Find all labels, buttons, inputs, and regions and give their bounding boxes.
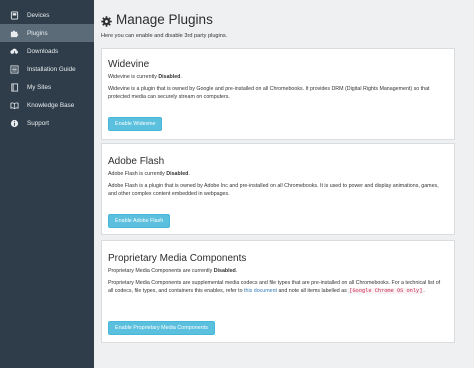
- sidebar-item-devices[interactable]: Devices: [0, 6, 94, 24]
- card-title: Widevine: [108, 59, 150, 70]
- enable-widevine-button[interactable]: Enable Widevine: [108, 117, 163, 131]
- sidebar-item-label: Devices: [27, 11, 50, 19]
- enable-adobe-flash-button[interactable]: Enable Adobe Flash: [108, 214, 171, 228]
- device-icon: [10, 10, 19, 20]
- plugin-description: Widevine is a plugin that is owned by Go…: [108, 86, 430, 100]
- status-badge: Disabled: [213, 268, 236, 274]
- sidebar-item-installation-guide[interactable]: Installation Guide: [0, 60, 94, 78]
- sidebar-item-label: Downloads: [27, 47, 59, 55]
- sidebar-item-label: Knowledge Base: [27, 101, 75, 109]
- info-icon: [10, 119, 19, 128]
- sidebar-item-my-sites[interactable]: My Sites: [0, 78, 94, 96]
- sidebar-item-knowledge-base[interactable]: Knowledge Base: [0, 96, 94, 114]
- plugin-description: Proprietary Media Components are supplem…: [108, 280, 441, 294]
- cloud-download-icon: [10, 47, 19, 56]
- sidebar-item-label: Support: [27, 119, 50, 127]
- status-badge: Disabled: [158, 74, 181, 80]
- sidebar: Devices Plugins Downloads Installation G…: [0, 0, 94, 368]
- plugin-card-proprietary-media: Proprietary Media Components Proprietary…: [101, 240, 455, 343]
- plugin-status: Widevine is currently Disabled.: [108, 74, 182, 80]
- sidebar-item-label: Plugins: [27, 29, 48, 37]
- sidebar-item-plugins[interactable]: Plugins: [0, 24, 94, 42]
- card-title: Adobe Flash: [108, 156, 165, 167]
- plugin-card-adobe-flash: Adobe Flash Adobe Flash is currently Dis…: [101, 143, 455, 235]
- plugin-card-widevine: Widevine Widevine is currently Disabled.…: [101, 48, 455, 140]
- enable-proprietary-media-button[interactable]: Enable Proprietary Media Components: [108, 321, 215, 335]
- list-icon: [10, 64, 19, 74]
- book-open-icon: [10, 101, 19, 110]
- document-link[interactable]: this document: [244, 288, 277, 294]
- book-icon: [10, 82, 19, 92]
- gear-icon: [101, 14, 112, 27]
- chrome-os-only-code: [Google Chrome OS only]: [348, 287, 424, 294]
- sidebar-item-label: My Sites: [27, 83, 52, 91]
- page-header: Manage Plugins: [101, 12, 213, 27]
- main-content: Manage Plugins Here you can enable and d…: [94, 0, 474, 368]
- plugin-status: Adobe Flash is currently Disabled.: [108, 171, 190, 177]
- sidebar-item-label: Installation Guide: [27, 65, 76, 73]
- sidebar-item-downloads[interactable]: Downloads: [0, 42, 94, 60]
- sidebar-item-support[interactable]: Support: [0, 114, 94, 132]
- plugin-description: Adobe Flash is a plugin that is owned by…: [108, 183, 439, 197]
- status-badge: Disabled: [166, 171, 189, 177]
- page-subtitle: Here you can enable and disable 3rd part…: [101, 33, 228, 39]
- page-title: Manage Plugins: [116, 12, 213, 27]
- puzzle-icon: [10, 29, 19, 38]
- plugin-status: Proprietary Media Components are current…: [108, 268, 238, 274]
- card-title: Proprietary Media Components: [108, 253, 247, 264]
